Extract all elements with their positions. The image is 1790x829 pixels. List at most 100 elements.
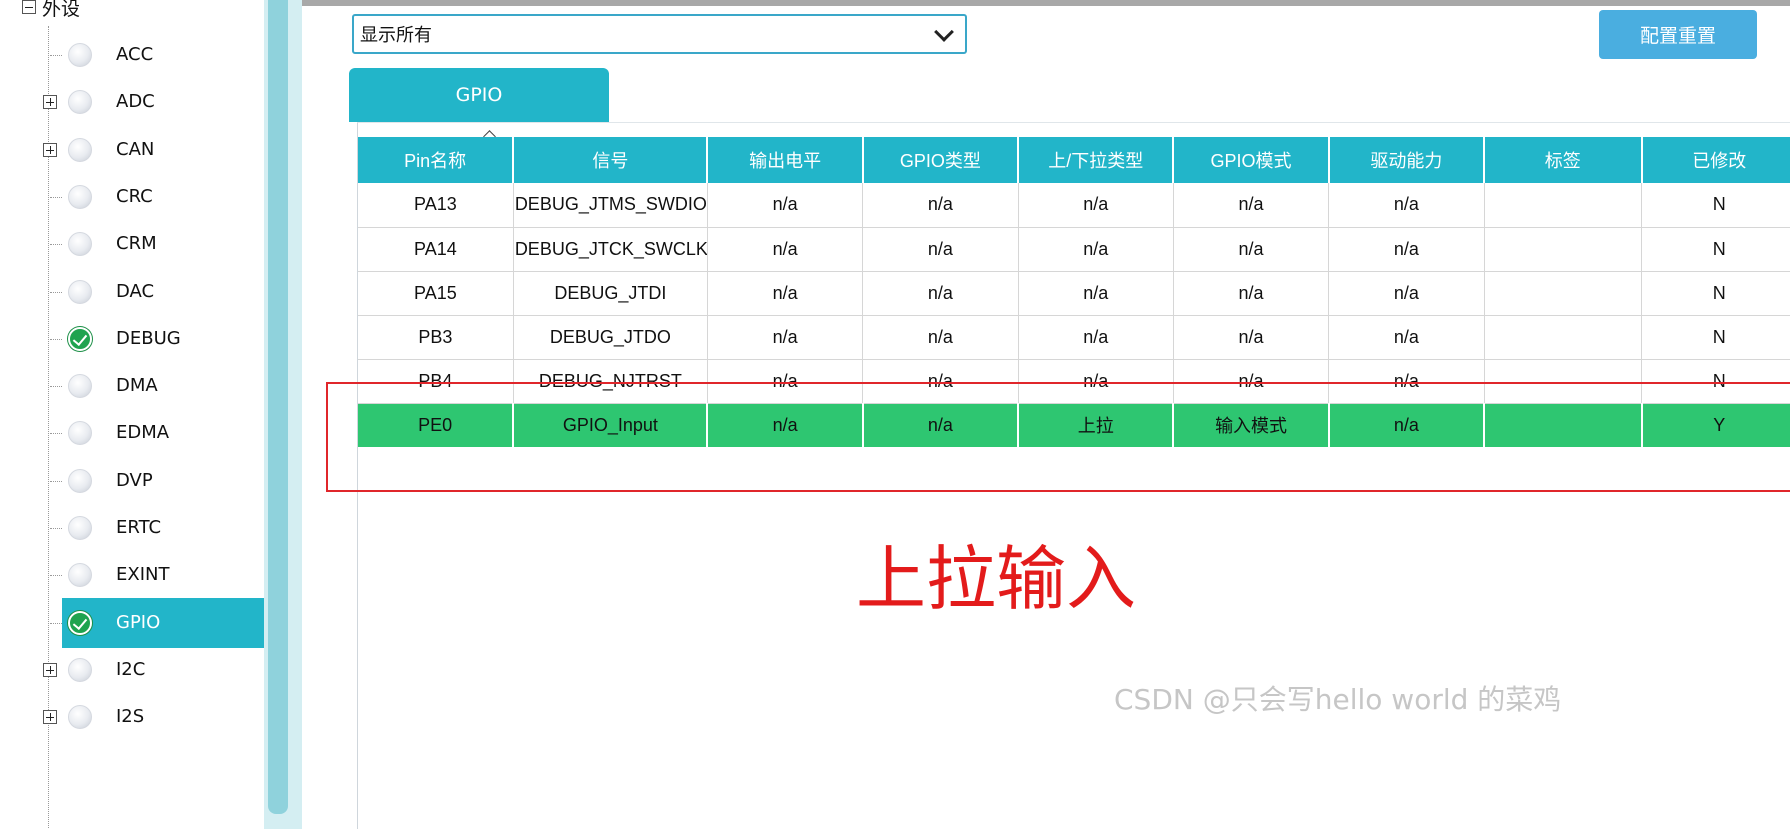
sidebar-item-acc[interactable]: ACC (40, 30, 302, 80)
table-row[interactable]: PB4 DEBUG_NJTRST n/a n/a n/a n/a n/a N (358, 359, 1790, 404)
expand-icon[interactable] (43, 710, 57, 725)
table-cell: n/a (707, 183, 864, 228)
sidebar-item-i2s[interactable]: I2S (40, 692, 302, 742)
table-cell (1484, 403, 1643, 447)
status-circle-icon (68, 137, 92, 162)
sidebar-scrollbar-thumb[interactable] (268, 0, 288, 814)
table-cell (1484, 183, 1643, 228)
pin-table: Pin名称 信号 输出电平 GPIO类型 上/下拉类型 GPIO模式 驱动能力 标签 已修改 P… (358, 137, 1790, 447)
sidebar-item-label: DEBUG (116, 327, 181, 349)
table-cell: n/a (1018, 359, 1174, 404)
tree-connector (50, 244, 62, 246)
status-circle-icon (68, 468, 92, 493)
table-cell: PA13 (358, 183, 514, 228)
table-row[interactable]: PA14 DEBUG_JTCK_SWCLK n/a n/a n/a n/a n/a N (358, 227, 1790, 272)
top-divider (302, 0, 1790, 6)
tree-connector (50, 338, 62, 340)
expand-icon[interactable] (43, 95, 57, 110)
config-reset-button[interactable]: 配置重置 (1599, 10, 1757, 59)
column-header[interactable]: GPIO模式 (1173, 137, 1330, 183)
expand-icon[interactable] (43, 662, 57, 677)
gpio-config-panel: 显示所有 配置重置 GPIO Pin名称 信号 输出电平 GPIO类型 上/下拉类型 GP… (302, 0, 1790, 829)
column-header[interactable]: 驱动能力 (1328, 137, 1486, 183)
sidebar-item-label: DAC (116, 280, 155, 302)
sidebar-item-label: ERTC (116, 517, 162, 538)
sidebar-item-debug[interactable]: DEBUG (40, 314, 302, 364)
tree-connector (50, 196, 62, 198)
sidebar-item-label: EDMA (116, 422, 170, 444)
sidebar-item-dvp[interactable]: DVP (40, 456, 302, 506)
table-cell: n/a (1173, 271, 1330, 316)
sidebar-item-gpio[interactable]: GPIO (40, 597, 302, 648)
status-circle-icon (68, 43, 92, 67)
table-cell: n/a (1173, 359, 1330, 404)
table-cell: n/a (1328, 227, 1485, 272)
status-circle-icon (68, 279, 92, 304)
sidebar-item-adc[interactable]: ADC (40, 77, 302, 127)
column-header[interactable]: 已修改 (1641, 137, 1790, 183)
sidebar-item-label: DMA (116, 375, 158, 397)
tree-group-label: 外设 (42, 0, 81, 20)
sidebar-item-crc[interactable]: CRC (40, 172, 302, 222)
sidebar-item-label: ADC (116, 91, 155, 113)
tree-connector (50, 386, 62, 388)
sidebar-item-can[interactable]: CAN (40, 125, 302, 175)
pin-table-panel: Pin名称 信号 输出电平 GPIO类型 上/下拉类型 GPIO模式 驱动能力 标签 已修改 P… (326, 122, 1790, 829)
table-cell: N (1641, 315, 1790, 360)
sidebar-item-ertc[interactable]: ERTC (40, 503, 302, 553)
sidebar-item-edma[interactable]: EDMA (40, 408, 302, 458)
table-cell: n/a (1328, 403, 1486, 447)
sidebar-item-label: GPIO (116, 611, 161, 633)
table-cell: n/a (707, 271, 864, 316)
table-row[interactable]: PA15 DEBUG_JTDI n/a n/a n/a n/a n/a N (358, 271, 1790, 316)
table-cell: n/a (1018, 315, 1174, 360)
status-circle-icon (68, 90, 92, 115)
table-cell: n/a (862, 271, 1019, 316)
sidebar-item-dac[interactable]: DAC (40, 267, 302, 317)
sidebar-item-label: CRC (116, 185, 153, 207)
column-header[interactable]: GPIO类型 (862, 137, 1020, 183)
sidebar-item-label: EXINT (116, 564, 170, 586)
status-circle-icon (68, 184, 92, 209)
table-cell: DEBUG_JTDI (513, 271, 708, 316)
table-cell: PB3 (358, 315, 514, 360)
table-cell: 输入模式 (1173, 403, 1330, 447)
tab-gpio[interactable]: GPIO (349, 68, 609, 122)
tree-group-peripherals[interactable]: 外设 (22, 0, 80, 20)
table-cell: n/a (1173, 315, 1330, 360)
column-header[interactable]: Pin名称 (358, 137, 515, 183)
sidebar-item-crm[interactable]: CRM (40, 219, 302, 269)
sidebar-item-label: I2C (116, 658, 146, 680)
table-row[interactable]: PB3 DEBUG_JTDO n/a n/a n/a n/a n/a N (358, 315, 1790, 360)
sidebar-item-label: CAN (116, 138, 155, 160)
chevron-down-icon[interactable] (934, 22, 954, 42)
table-row[interactable]: PA13 DEBUG_JTMS_SWDIO n/a n/a n/a n/a n/a N (358, 183, 1790, 228)
table-cell: N (1641, 183, 1790, 228)
table-cell: n/a (707, 315, 864, 360)
sidebar-item-dma[interactable]: DMA (40, 361, 302, 411)
table-row[interactable]: PE0 GPIO_Input n/a n/a 上拉 输入模式 n/a Y (358, 403, 1790, 447)
status-circle-icon (68, 657, 92, 682)
column-header[interactable]: 上/下拉类型 (1018, 137, 1175, 183)
column-header[interactable]: 信号 (513, 137, 709, 183)
filter-dropdown[interactable]: 显示所有 (352, 14, 967, 54)
column-header[interactable]: 输出电平 (707, 137, 864, 183)
table-cell: n/a (862, 315, 1019, 360)
tree-connector (50, 55, 62, 56)
watermark-text: CSDN @只会写hello world 的菜鸡 (1114, 683, 1562, 716)
sidebar-item-exint[interactable]: EXINT (40, 550, 302, 600)
sidebar-item-i2c[interactable]: I2C (40, 645, 302, 695)
annotation-text: 上拉输入 (856, 538, 1136, 620)
table-cell: N (1641, 271, 1790, 316)
collapse-icon[interactable] (22, 0, 36, 14)
table-cell: n/a (862, 359, 1019, 404)
expand-icon[interactable] (43, 142, 57, 157)
column-header[interactable]: 标签 (1484, 137, 1643, 183)
table-cell: 上拉 (1018, 403, 1175, 447)
table-cell: n/a (1328, 359, 1485, 404)
table-cell: N (1641, 227, 1790, 272)
table-cell: n/a (707, 227, 864, 272)
table-cell: GPIO_Input (513, 403, 709, 447)
table-cell: n/a (707, 403, 864, 447)
table-cell: PB4 (358, 359, 514, 404)
